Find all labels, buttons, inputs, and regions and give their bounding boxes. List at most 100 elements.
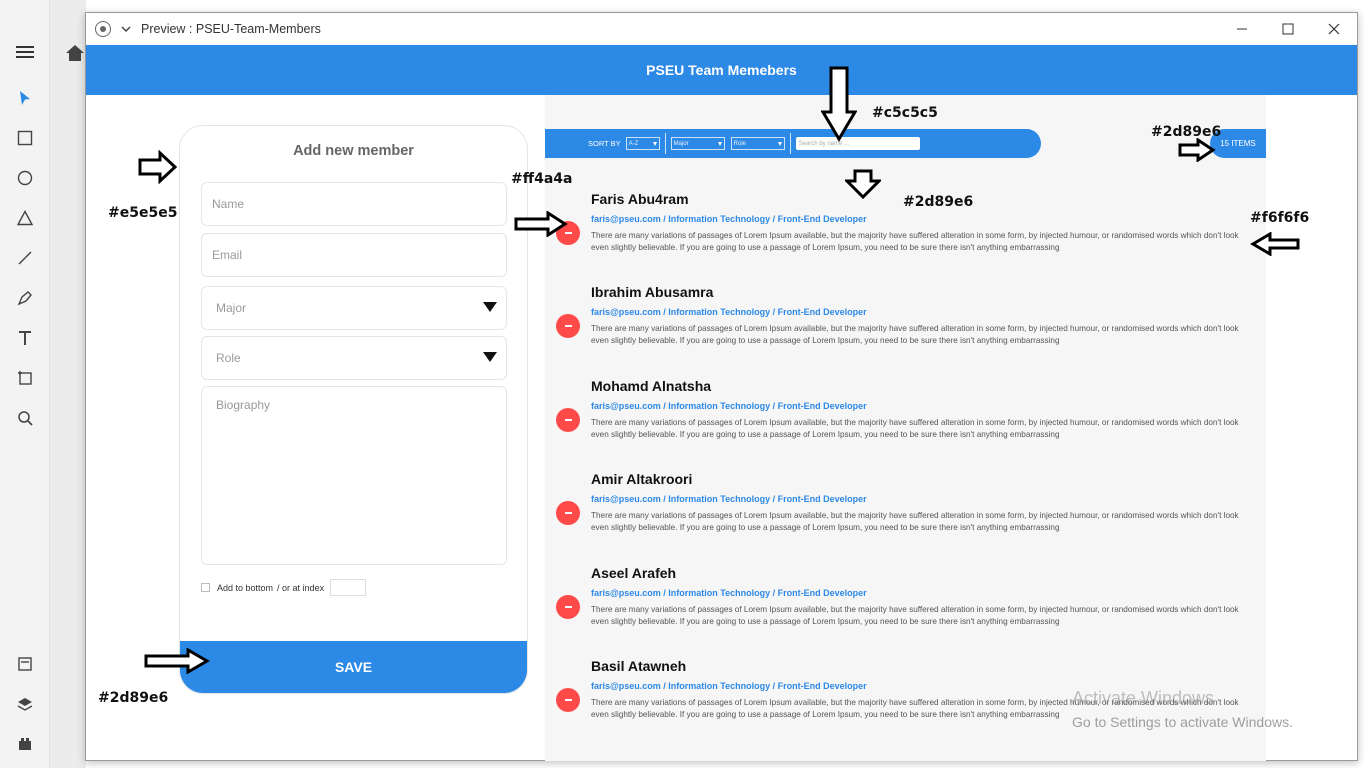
caret-down-icon bbox=[483, 352, 497, 362]
arrow-right-icon bbox=[138, 150, 178, 184]
major-select-label: Major bbox=[216, 301, 247, 315]
sort-select[interactable]: A-Z bbox=[625, 137, 660, 150]
home-icon[interactable] bbox=[64, 42, 86, 64]
menu-icon[interactable] bbox=[13, 40, 37, 64]
member-name: Ibrahim Abusamra bbox=[591, 284, 714, 300]
pen-tool-icon[interactable] bbox=[13, 286, 37, 310]
filter-bar: SORT BY A-Z Major Role Search by name ..… bbox=[545, 129, 1041, 158]
annotation-meta-color: #2d89e6 bbox=[903, 194, 974, 210]
member-item: Ibrahim Abusamra faris@pseu.com / Inform… bbox=[545, 284, 1266, 374]
annotation-search-color: #c5c5c5 bbox=[872, 105, 938, 121]
remove-member-button[interactable] bbox=[556, 688, 580, 712]
plugins-icon[interactable] bbox=[13, 732, 37, 756]
annotation-panel-color: #f6f6f6 bbox=[1250, 210, 1310, 226]
arrow-down-icon bbox=[821, 66, 857, 142]
arrow-right-icon bbox=[1178, 138, 1216, 162]
annotation-remove-color: #ff4a4a bbox=[511, 171, 573, 187]
role-select-label: Role bbox=[216, 351, 241, 365]
annotation-form-border: #e5e5e5 bbox=[108, 205, 178, 221]
maximize-icon bbox=[1282, 23, 1294, 35]
biography-field[interactable]: Biography bbox=[201, 386, 507, 565]
member-name: Mohamd Alnatsha bbox=[591, 378, 712, 394]
maximize-button[interactable] bbox=[1265, 13, 1311, 45]
divider bbox=[664, 133, 666, 154]
activate-windows-title: Activate Windows bbox=[1072, 688, 1215, 708]
close-button[interactable] bbox=[1311, 13, 1357, 45]
at-index-label: / or at index bbox=[277, 582, 325, 593]
member-name: Faris Abu4ram bbox=[591, 191, 689, 207]
member-bio: There are many variations of passages of… bbox=[591, 605, 1239, 626]
triangle-tool-icon[interactable] bbox=[13, 206, 37, 230]
caret-down-icon bbox=[483, 302, 497, 312]
member-meta: faris@pseu.com / Information Technology … bbox=[591, 214, 867, 224]
arrow-left-icon bbox=[1250, 232, 1300, 256]
member-meta: faris@pseu.com / Information Technology … bbox=[591, 494, 867, 504]
member-bio: There are many variations of passages of… bbox=[591, 324, 1239, 345]
save-button[interactable]: SAVE bbox=[180, 641, 527, 693]
pages-icon[interactable] bbox=[13, 652, 37, 676]
remove-member-button[interactable] bbox=[556, 501, 580, 525]
arrow-down-icon bbox=[845, 169, 881, 199]
activate-windows-subtitle: Go to Settings to activate Windows. bbox=[1072, 714, 1293, 730]
form-title: Add new member bbox=[293, 143, 414, 159]
sort-select-value: A-Z bbox=[628, 140, 639, 147]
arrow-right-icon bbox=[144, 648, 210, 674]
window-titlebar: Preview : PSEU-Team-Members bbox=[86, 13, 1357, 45]
role-filter-select[interactable]: Role bbox=[730, 137, 785, 150]
minimize-button[interactable] bbox=[1219, 13, 1265, 45]
member-meta: faris@pseu.com / Information Technology … bbox=[591, 307, 867, 317]
member-bio: There are many variations of passages of… bbox=[591, 231, 1239, 252]
chevron-down-icon[interactable] bbox=[119, 22, 133, 36]
member-bio: There are many variations of passages of… bbox=[591, 511, 1239, 532]
member-meta: faris@pseu.com / Information Technology … bbox=[591, 588, 867, 598]
major-filter-value: Major bbox=[673, 140, 689, 147]
app-title: PSEU Team Memebers bbox=[646, 62, 797, 78]
artboard-tool-icon[interactable] bbox=[13, 366, 37, 390]
member-item: Mohamd Alnatsha faris@pseu.com / Informa… bbox=[545, 378, 1266, 468]
major-filter-select[interactable]: Major bbox=[670, 137, 725, 150]
add-to-bottom-label: Add to bottom bbox=[217, 582, 274, 593]
remove-member-button[interactable] bbox=[556, 314, 580, 338]
index-input[interactable] bbox=[330, 579, 367, 596]
select-pointer-icon[interactable] bbox=[13, 86, 37, 110]
insert-position-row: Add to bottom / or at index bbox=[201, 579, 367, 596]
role-select[interactable]: Role bbox=[201, 336, 507, 380]
zoom-tool-icon[interactable] bbox=[13, 406, 37, 430]
caret-down-icon bbox=[717, 142, 722, 146]
role-filter-value: Role bbox=[733, 140, 746, 147]
member-meta: faris@pseu.com / Information Technology … bbox=[591, 401, 867, 411]
rectangle-tool-icon[interactable] bbox=[13, 126, 37, 150]
text-tool-icon[interactable] bbox=[13, 326, 37, 350]
tool-rail bbox=[0, 0, 50, 768]
arrow-right-icon bbox=[514, 211, 568, 237]
member-name: Aseel Arafeh bbox=[591, 565, 677, 581]
remove-member-button[interactable] bbox=[556, 595, 580, 619]
major-select[interactable]: Major bbox=[201, 286, 507, 330]
add-to-bottom-checkbox[interactable] bbox=[201, 583, 210, 592]
sort-by-label: SORT BY bbox=[588, 139, 621, 148]
add-member-form: Add new member Name Email Major Role Bio… bbox=[179, 125, 528, 694]
annotation-save-color: #2d89e6 bbox=[98, 690, 169, 706]
caret-down-icon bbox=[777, 142, 782, 146]
member-bio: There are many variations of passages of… bbox=[591, 418, 1239, 439]
window-title: Preview : PSEU-Team-Members bbox=[141, 22, 321, 36]
app-header: PSEU Team Memebers bbox=[86, 45, 1357, 95]
minimize-icon bbox=[1237, 28, 1247, 30]
app-canvas-edge bbox=[50, 0, 86, 768]
member-item: Aseel Arafeh faris@pseu.com / Informatio… bbox=[545, 565, 1266, 655]
member-meta: faris@pseu.com / Information Technology … bbox=[591, 681, 867, 691]
member-name: Basil Atawneh bbox=[591, 658, 687, 674]
layers-icon[interactable] bbox=[13, 692, 37, 716]
remove-member-button[interactable] bbox=[556, 408, 580, 432]
name-field[interactable]: Name bbox=[201, 182, 507, 226]
email-field[interactable]: Email bbox=[201, 233, 507, 277]
close-icon bbox=[1328, 23, 1340, 35]
ellipse-tool-icon[interactable] bbox=[13, 166, 37, 190]
member-item: Amir Altakroori faris@pseu.com / Informa… bbox=[545, 471, 1266, 561]
member-name: Amir Altakroori bbox=[591, 471, 693, 487]
record-icon[interactable] bbox=[95, 21, 111, 37]
search-input[interactable]: Search by name ... bbox=[795, 137, 920, 150]
caret-down-icon bbox=[652, 142, 657, 146]
divider bbox=[789, 133, 791, 154]
line-tool-icon[interactable] bbox=[13, 246, 37, 270]
